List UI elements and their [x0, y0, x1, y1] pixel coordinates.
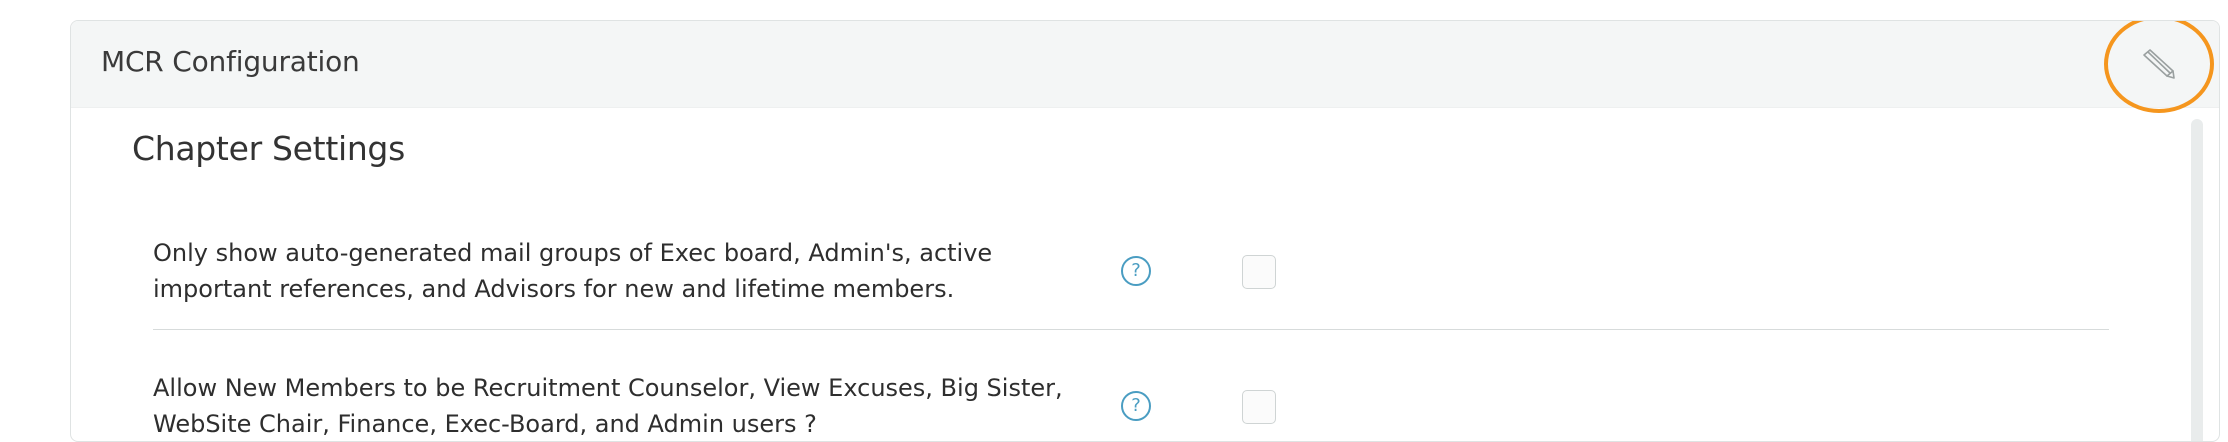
panel-title: MCR Configuration	[101, 45, 360, 78]
section-title: Chapter Settings	[132, 129, 405, 168]
panel-header: MCR Configuration	[71, 21, 2219, 108]
help-icon[interactable]: ?	[1121, 256, 1151, 286]
setting-checkbox[interactable]	[1242, 255, 1276, 289]
mcr-configuration-panel: MCR Configuration Chapter Settings Only …	[70, 20, 2220, 442]
scrollbar[interactable]	[2191, 119, 2203, 441]
setting-row: Only show auto-generated mail groups of …	[153, 231, 2109, 330]
setting-label: Only show auto-generated mail groups of …	[153, 239, 993, 303]
pencil-icon	[2143, 49, 2175, 79]
help-icon[interactable]: ?	[1121, 391, 1151, 421]
setting-row: Allow New Members to be Recruitment Coun…	[153, 366, 2109, 441]
setting-label: Allow New Members to be Recruitment Coun…	[153, 374, 1063, 438]
setting-checkbox[interactable]	[1242, 390, 1276, 424]
